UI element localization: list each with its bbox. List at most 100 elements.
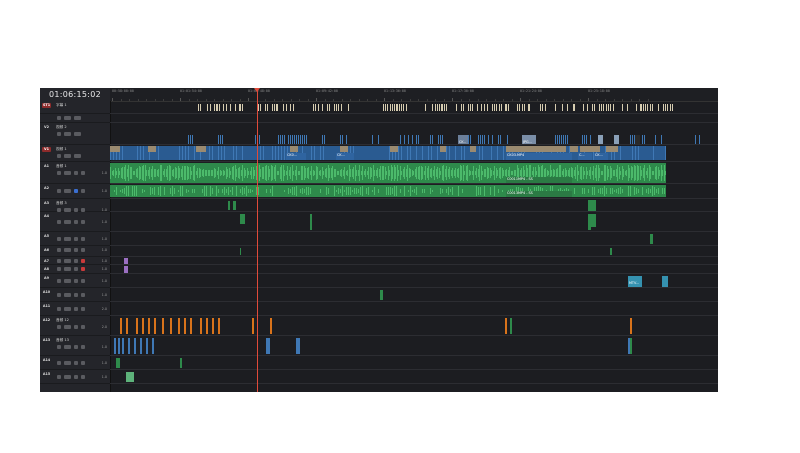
eye-icon[interactable] bbox=[64, 236, 71, 241]
video-clip[interactable] bbox=[236, 146, 237, 160]
waveform-bar[interactable] bbox=[476, 185, 477, 197]
waveform-bar[interactable] bbox=[360, 187, 361, 195]
eye-icon[interactable] bbox=[64, 171, 71, 175]
subtitle-clip[interactable] bbox=[523, 104, 525, 111]
subtitle-clip[interactable] bbox=[425, 104, 427, 111]
subtitle-clip[interactable] bbox=[607, 104, 610, 111]
video-clip[interactable] bbox=[242, 146, 243, 160]
subtitle-clip[interactable] bbox=[601, 104, 603, 111]
waveform-bar[interactable] bbox=[416, 187, 417, 195]
subtitle-clip[interactable] bbox=[290, 104, 292, 111]
monitor-icon[interactable] bbox=[74, 116, 81, 120]
waveform-bar[interactable] bbox=[642, 187, 643, 195]
track-name[interactable]: 视频 1 bbox=[56, 147, 67, 152]
audio-clip[interactable] bbox=[218, 318, 220, 334]
eye-icon[interactable] bbox=[64, 189, 71, 193]
waveform-bar[interactable] bbox=[502, 189, 503, 193]
subtitle-clip[interactable] bbox=[467, 104, 469, 111]
mute-button[interactable] bbox=[81, 171, 85, 175]
waveform-bar[interactable] bbox=[662, 187, 663, 195]
lock-icon[interactable] bbox=[57, 116, 61, 120]
video-clip[interactable] bbox=[220, 135, 221, 144]
video-clip[interactable] bbox=[188, 146, 189, 160]
waveform-bar[interactable] bbox=[602, 188, 603, 194]
subtitle-clip[interactable] bbox=[223, 104, 225, 111]
video-clip[interactable] bbox=[407, 146, 408, 160]
video-clip-thumbnail[interactable] bbox=[148, 146, 156, 152]
video-clip[interactable]: CK... bbox=[336, 153, 354, 160]
waveform-bar[interactable] bbox=[386, 187, 387, 195]
waveform-bar[interactable] bbox=[646, 188, 647, 194]
eye-icon[interactable] bbox=[64, 345, 71, 349]
video-clip[interactable] bbox=[432, 135, 433, 144]
video-clip[interactable]: CK03.MP4 bbox=[506, 153, 572, 160]
waveform-bar[interactable] bbox=[618, 188, 619, 194]
video-clip[interactable] bbox=[567, 135, 568, 144]
waveform-bar[interactable] bbox=[494, 186, 495, 196]
waveform-bar[interactable] bbox=[192, 188, 193, 194]
waveform-bar[interactable] bbox=[396, 185, 397, 197]
solo-button[interactable] bbox=[74, 325, 78, 329]
video-clip-thumbnail[interactable] bbox=[570, 146, 578, 152]
video-clip[interactable] bbox=[342, 135, 343, 144]
lock-icon[interactable] bbox=[57, 345, 61, 349]
subtitle-clip[interactable] bbox=[591, 104, 593, 111]
video-clip[interactable] bbox=[281, 146, 282, 160]
video-clip-thumbnail[interactable] bbox=[390, 146, 398, 152]
lock-icon[interactable] bbox=[57, 278, 61, 283]
eye-icon[interactable] bbox=[64, 360, 71, 365]
video-clip[interactable] bbox=[437, 146, 438, 160]
subtitle-clip[interactable] bbox=[610, 104, 612, 111]
waveform-bar[interactable] bbox=[320, 189, 321, 193]
waveform-bar[interactable] bbox=[610, 187, 611, 195]
solo-button[interactable] bbox=[74, 267, 78, 271]
subtitle-clip[interactable] bbox=[622, 104, 624, 111]
waveform-bar[interactable] bbox=[410, 186, 411, 196]
track-lane-a8[interactable] bbox=[110, 265, 718, 274]
lock-icon[interactable] bbox=[57, 154, 61, 158]
waveform-bar[interactable] bbox=[132, 185, 133, 197]
subtitle-clip[interactable] bbox=[225, 104, 227, 111]
track-header-a12[interactable]: A12 音频 12 2.0 bbox=[40, 316, 110, 336]
video-clip-thumbnail[interactable] bbox=[506, 146, 566, 152]
waveform-bar[interactable] bbox=[604, 185, 605, 197]
subtitle-clip[interactable] bbox=[276, 104, 278, 111]
mute-button[interactable] bbox=[81, 345, 85, 349]
video-clip[interactable] bbox=[218, 135, 219, 144]
waveform-bar[interactable] bbox=[664, 187, 665, 195]
waveform-bar[interactable] bbox=[450, 189, 451, 193]
video-clip[interactable] bbox=[400, 135, 401, 144]
subtitle-clip[interactable] bbox=[496, 104, 498, 111]
waveform-bar[interactable] bbox=[150, 186, 151, 196]
video-clip[interactable] bbox=[428, 146, 429, 160]
waveform-bar[interactable] bbox=[216, 185, 217, 197]
subtitle-clip[interactable] bbox=[594, 104, 596, 111]
waveform-bar[interactable] bbox=[442, 189, 443, 193]
waveform-bar[interactable] bbox=[250, 188, 251, 194]
waveform-bar[interactable] bbox=[186, 189, 187, 193]
video-clip-thumbnail[interactable] bbox=[440, 146, 446, 152]
waveform-bar[interactable] bbox=[606, 188, 607, 194]
subtitle-clip[interactable] bbox=[401, 104, 403, 111]
video-clip[interactable] bbox=[484, 135, 485, 144]
subtitle-clip[interactable] bbox=[292, 104, 294, 111]
track-lane-v2[interactable] bbox=[110, 123, 718, 145]
eye-icon[interactable] bbox=[64, 219, 71, 224]
video-clip[interactable] bbox=[635, 146, 636, 160]
video-clip[interactable] bbox=[290, 135, 291, 144]
audio-clip[interactable] bbox=[114, 338, 116, 354]
audio-clip[interactable] bbox=[136, 318, 138, 334]
waveform-bar[interactable] bbox=[204, 186, 205, 196]
waveform-bar[interactable] bbox=[178, 189, 179, 193]
track-lane-a5[interactable] bbox=[110, 232, 718, 246]
eye-icon[interactable] bbox=[64, 374, 71, 379]
waveform-bar[interactable] bbox=[478, 186, 479, 196]
waveform-bar[interactable] bbox=[498, 189, 499, 193]
video-clip[interactable] bbox=[438, 135, 439, 144]
waveform-bar[interactable] bbox=[170, 187, 171, 195]
track-header-a5[interactable]: A5 1.0 bbox=[40, 232, 110, 246]
subtitle-clip[interactable] bbox=[544, 104, 546, 111]
subtitle-clip[interactable] bbox=[340, 104, 342, 111]
subtitle-clip[interactable] bbox=[642, 104, 644, 111]
waveform-bar[interactable] bbox=[656, 188, 657, 194]
